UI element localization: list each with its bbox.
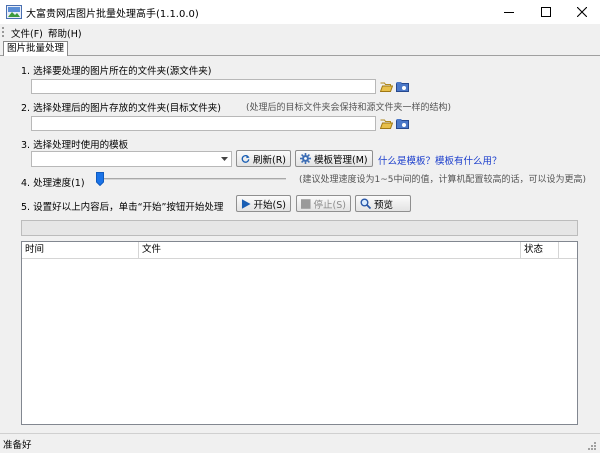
- open-folder-icon: [379, 82, 393, 92]
- template-manage-button[interactable]: 模板管理(M): [295, 150, 373, 167]
- resize-grip-icon: [588, 442, 596, 450]
- preview-button[interactable]: 预览: [355, 195, 411, 212]
- close-icon: [577, 7, 587, 17]
- menu-bar: [0, 24, 600, 40]
- browse-folder-icon: [395, 119, 409, 129]
- progress-bar: [21, 220, 578, 236]
- source-folder-input[interactable]: [31, 79, 376, 94]
- speed-label: 4. 处理速度(1): [21, 178, 85, 189]
- maximize-button[interactable]: [528, 0, 564, 24]
- run-label: 5. 设置好以上内容后，单击“开始”按钮开始处理: [21, 202, 224, 213]
- magnifier-icon: [360, 198, 371, 209]
- play-icon: [241, 198, 251, 209]
- minimize-icon: [504, 12, 514, 13]
- template-help-link[interactable]: 什么是模板？模板有什么用？: [378, 153, 502, 167]
- tab-strip: [0, 40, 600, 56]
- status-bar: [0, 433, 600, 453]
- speed-hint: (建议处理速度设为1~5中间的值，计算机配置较高的话，可以设为更高): [299, 175, 587, 185]
- stop-icon: [301, 198, 311, 209]
- target-browse-button[interactable]: [395, 117, 409, 130]
- minimize-button[interactable]: [491, 0, 527, 24]
- log-table-header: 时间 文件 状态: [22, 242, 577, 259]
- target-folder-input[interactable]: [31, 116, 376, 131]
- target-open-folder-button[interactable]: [379, 117, 393, 130]
- tab-batch-processing[interactable]: 图片批量处理: [3, 41, 69, 56]
- column-header-time[interactable]: 时间: [22, 242, 139, 259]
- source-open-folder-button[interactable]: [379, 80, 393, 93]
- speed-slider-thumb[interactable]: [96, 172, 104, 186]
- speed-slider[interactable]: [96, 172, 288, 186]
- column-header-file[interactable]: 文件: [139, 242, 521, 259]
- status-text: 准备好: [3, 440, 32, 451]
- menu-help[interactable]: 帮助(H): [48, 26, 82, 40]
- browse-folder-icon: [395, 82, 409, 92]
- target-folder-hint: (处理后的目标文件夹会保持和源文件夹一样的结构): [246, 103, 452, 113]
- menu-file[interactable]: 文件(F): [11, 26, 43, 40]
- stop-button[interactable]: 停止(S): [296, 195, 351, 212]
- chevron-down-icon: [221, 157, 228, 161]
- gear-icon: [300, 153, 311, 164]
- menu-grip: [2, 27, 4, 37]
- source-folder-label: 1. 选择要处理的图片所在的文件夹(源文件夹): [21, 66, 212, 77]
- log-table[interactable]: 时间 文件 状态: [21, 241, 578, 425]
- start-button[interactable]: 开始(S): [236, 195, 291, 212]
- template-select[interactable]: [31, 151, 232, 167]
- maximize-icon: [541, 7, 551, 17]
- close-button[interactable]: [564, 0, 600, 24]
- resize-grip[interactable]: [586, 440, 597, 451]
- template-label: 3. 选择处理时使用的模板: [21, 140, 129, 151]
- refresh-button[interactable]: 刷新(R): [236, 150, 291, 167]
- refresh-icon: [241, 154, 250, 163]
- speed-slider-track: [98, 178, 286, 180]
- column-header-status[interactable]: 状态: [521, 242, 559, 259]
- window-title: 大富贵网店图片批量处理高手(1.1.0.0): [26, 9, 199, 20]
- open-folder-icon: [379, 119, 393, 129]
- app-icon: [6, 5, 22, 19]
- target-folder-label: 2. 选择处理后的图片存放的文件夹(目标文件夹): [21, 103, 221, 114]
- source-browse-button[interactable]: [395, 80, 409, 93]
